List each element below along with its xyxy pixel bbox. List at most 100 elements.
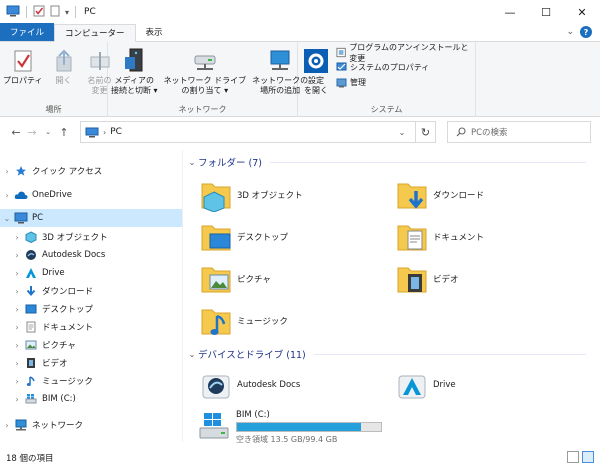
expand-chevron-icon[interactable]: ›: [10, 395, 24, 404]
expand-chevron-icon[interactable]: ›: [10, 377, 24, 386]
nav-label: ビデオ: [42, 359, 68, 369]
nav-item-3d-objects[interactable]: › 3D オブジェクト: [0, 228, 182, 246]
item-label: ピクチャ: [237, 275, 271, 285]
nav-item-quick-access[interactable]: › クイック アクセス: [0, 162, 182, 180]
device-drive[interactable]: Drive: [396, 368, 456, 402]
nav-label: Drive: [42, 268, 65, 278]
folder-3d-objects[interactable]: 3D オブジェクト: [200, 178, 303, 212]
group-divider: [313, 353, 586, 355]
nav-item-downloads[interactable]: › ダウンロード: [0, 282, 182, 300]
uninstall-programs-button[interactable]: プログラムのアンインストールと変更: [336, 43, 475, 63]
address-dropdown-chevron-icon[interactable]: ⌄: [393, 128, 411, 137]
minimize-button[interactable]: —: [492, 0, 528, 24]
expand-chevron-icon[interactable]: ›: [10, 323, 24, 332]
pc-icon: [14, 212, 28, 224]
nav-label: ピクチャ: [42, 341, 76, 351]
maximize-button[interactable]: ☐: [528, 0, 564, 24]
nav-item-onedrive[interactable]: › OneDrive: [0, 186, 182, 204]
collapse-ribbon-chevron-icon[interactable]: ⌄: [566, 27, 574, 37]
expand-chevron-icon[interactable]: ›: [0, 421, 14, 430]
expand-chevron-icon[interactable]: ›: [0, 167, 14, 176]
pc-icon[interactable]: [6, 5, 20, 20]
back-arrow-icon[interactable]: ←: [8, 126, 24, 139]
breadcrumb[interactable]: PC: [110, 127, 122, 137]
close-button[interactable]: ✕: [564, 0, 600, 24]
refresh-icon[interactable]: ↻: [415, 122, 435, 142]
folder-pictures[interactable]: ピクチャ: [200, 262, 271, 296]
up-arrow-icon[interactable]: ↑: [56, 126, 72, 139]
desktop-icon: [25, 304, 37, 314]
search-box[interactable]: PCの検索: [447, 121, 591, 143]
nav-item-desktop[interactable]: › デスクトップ: [0, 300, 182, 318]
group-header-folders[interactable]: ⌄ フォルダー (7): [186, 154, 586, 170]
pane-divider[interactable]: [182, 150, 183, 442]
forward-arrow-icon[interactable]: →: [24, 126, 40, 139]
group-label-network: ネットワーク: [178, 105, 227, 114]
breadcrumb-separator-icon[interactable]: ›: [103, 128, 106, 137]
navigation-bar: ← → ⌄ ↑ › PC ⌄ ↻ PCの検索: [0, 118, 600, 146]
item-label: Autodesk Docs: [237, 380, 301, 390]
tab-view[interactable]: 表示: [136, 23, 173, 41]
expand-chevron-icon[interactable]: ›: [10, 287, 24, 296]
nav-label: Autodesk Docs: [42, 250, 106, 260]
folder-documents[interactable]: ドキュメント: [396, 220, 484, 254]
drive-free-space: 空き領域 13.5 GB/99.4 GB: [236, 435, 338, 444]
group-label-system: システム: [370, 105, 403, 114]
settings-gear-icon: [304, 49, 328, 73]
nav-item-local-disk[interactable]: › BIM (C:): [0, 390, 182, 408]
address-bar[interactable]: › PC ⌄ ↻: [80, 121, 436, 143]
folder-documents-icon: [397, 225, 427, 251]
folder-videos[interactable]: ビデオ: [396, 262, 459, 296]
expand-chevron-icon[interactable]: ›: [10, 341, 24, 350]
window-controls: — ☐ ✕: [492, 0, 600, 24]
tab-computer[interactable]: コンピューター: [54, 24, 136, 42]
nav-item-pc[interactable]: ⌄ PC: [0, 209, 182, 227]
expand-chevron-icon[interactable]: ›: [10, 233, 24, 242]
nav-label: ダウンロード: [42, 287, 94, 297]
tab-file[interactable]: ファイル: [0, 23, 55, 41]
system-properties-icon: [336, 62, 347, 71]
nav-item-autodesk-docs[interactable]: › Autodesk Docs: [0, 246, 182, 264]
folder-desktop[interactable]: デスクトップ: [200, 220, 288, 254]
nav-item-music[interactable]: › ミュージック: [0, 372, 182, 390]
nav-label: クイック アクセス: [32, 167, 103, 177]
group-title: デバイスとドライブ (11): [198, 350, 306, 361]
group-header-devices[interactable]: ⌄ デバイスとドライブ (11): [186, 346, 586, 362]
group-network: メディアの 接続と切断 ▾ ネットワーク ドライブ の割り当て ▾ ネットワーク…: [108, 42, 308, 117]
expand-chevron-icon[interactable]: ›: [10, 305, 24, 314]
music-note-icon: [26, 376, 35, 386]
details-view-icon[interactable]: [567, 451, 579, 463]
nav-item-pictures[interactable]: › ピクチャ: [0, 336, 182, 354]
search-input[interactable]: PCの検索: [471, 126, 508, 138]
properties-check-icon[interactable]: [33, 5, 45, 20]
windows-drive-icon: [199, 413, 229, 439]
item-label: ビデオ: [433, 275, 459, 285]
customize-dropdown-icon[interactable]: ▾: [65, 8, 69, 17]
expand-chevron-icon[interactable]: ›: [0, 191, 14, 200]
open-icon: [56, 49, 72, 72]
collapse-chevron-icon[interactable]: ⌄: [186, 158, 198, 167]
folder-music[interactable]: ミュージック: [200, 304, 288, 338]
nav-item-documents[interactable]: › ドキュメント: [0, 318, 182, 336]
new-folder-icon[interactable]: [49, 5, 61, 20]
expand-chevron-icon[interactable]: ›: [10, 359, 24, 368]
expand-chevron-icon[interactable]: ›: [10, 269, 24, 278]
expand-chevron-icon[interactable]: ›: [10, 251, 24, 260]
drive-local-disk[interactable]: BIM (C:) 空き領域 13.5 GB/99.4 GB: [198, 408, 398, 444]
system-properties-button[interactable]: システムのプロパティ: [336, 61, 475, 74]
folder-downloads[interactable]: ダウンロード: [396, 178, 484, 212]
nav-label: OneDrive: [32, 190, 72, 200]
large-icons-view-icon[interactable]: [582, 451, 594, 463]
nav-item-network[interactable]: › ネットワーク: [0, 416, 182, 434]
help-icon[interactable]: ?: [580, 26, 592, 38]
autodesk-docs-icon: [202, 375, 230, 399]
nav-item-drive[interactable]: › Drive: [0, 264, 182, 282]
nav-item-videos[interactable]: › ビデオ: [0, 354, 182, 372]
device-autodesk-docs[interactable]: Autodesk Docs: [200, 368, 300, 402]
network-icon: [15, 419, 27, 431]
collapse-chevron-icon[interactable]: ⌄: [186, 350, 198, 359]
collapse-chevron-icon[interactable]: ⌄: [0, 214, 14, 223]
manage-button[interactable]: 管理: [336, 76, 475, 89]
item-label: 3D オブジェクト: [237, 191, 303, 201]
recent-locations-chevron-icon[interactable]: ⌄: [40, 128, 56, 136]
